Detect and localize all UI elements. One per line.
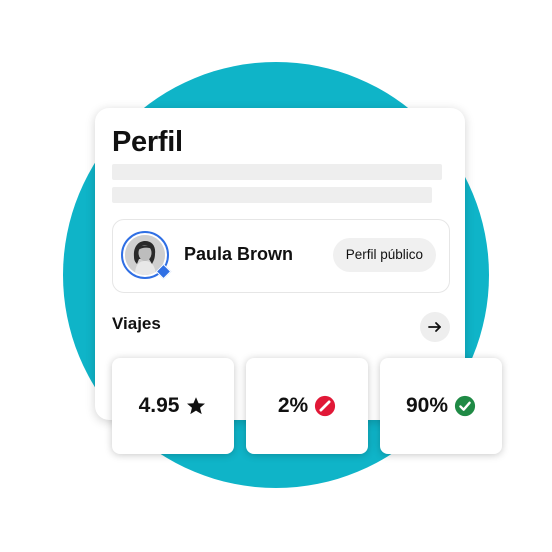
profile-summary[interactable]: Paula Brown Perfil público xyxy=(112,219,450,293)
checkmark-green-icon xyxy=(454,395,476,417)
cancellation-value: 2% xyxy=(277,394,309,417)
arrow-right-icon xyxy=(428,322,441,332)
star-icon xyxy=(185,395,207,417)
trips-arrow-button[interactable] xyxy=(420,312,450,342)
rating-stat-card: 4.95 xyxy=(112,358,234,454)
illustration-stage: Perfil Paula Brown Perfil público Viajes… xyxy=(0,0,552,552)
skeleton-line xyxy=(112,164,442,180)
acceptance-value: 90% xyxy=(405,394,449,417)
no-entry-red-icon xyxy=(314,395,336,417)
rating-value: 4.95 xyxy=(138,394,180,417)
trips-section-header: Viajes xyxy=(112,312,450,342)
acceptance-stat-card: 90% xyxy=(380,358,502,454)
page-title: Perfil xyxy=(112,126,183,158)
cancellation-stat-card: 2% xyxy=(246,358,368,454)
profile-name: Paula Brown xyxy=(184,244,294,264)
public-profile-button[interactable]: Perfil público xyxy=(332,238,436,272)
trips-label: Viajes xyxy=(112,314,161,333)
skeleton-line xyxy=(112,187,432,203)
avatar[interactable] xyxy=(121,231,172,280)
